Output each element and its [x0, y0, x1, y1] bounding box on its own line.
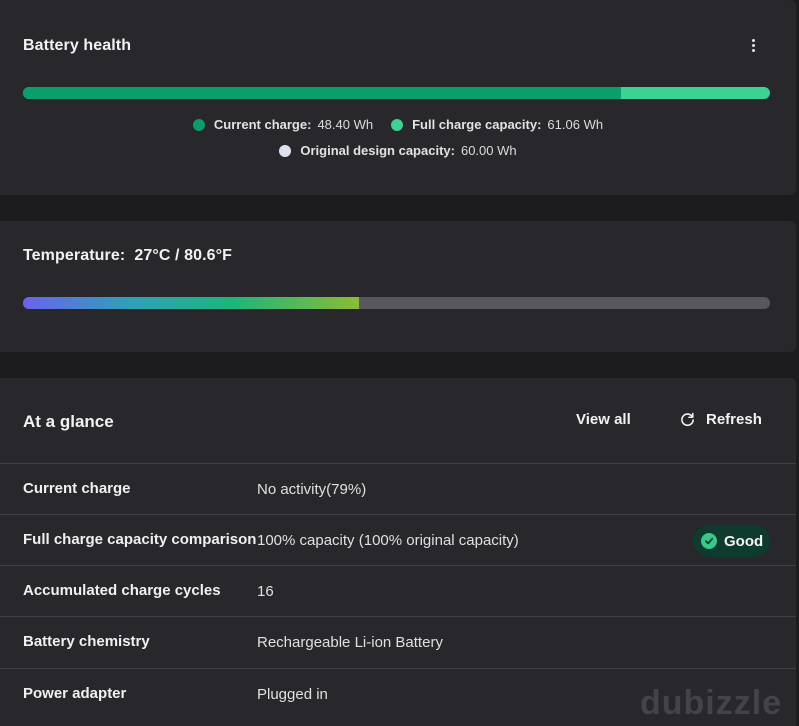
table-row: Battery chemistry Rechargeable Li-ion Ba…: [0, 616, 796, 668]
battery-capacity-bar: [23, 87, 770, 99]
temperature-title: Temperature: 27°C / 80.6°F: [23, 247, 233, 264]
row-value: 100% capacity (100% original capacity): [257, 532, 519, 549]
view-all-label: View all: [576, 411, 631, 428]
full-charge-dot-icon: [391, 118, 404, 131]
row-label: Battery chemistry: [23, 633, 150, 650]
temperature-bar: [23, 297, 770, 309]
table-row: Current charge No activity(79%): [0, 463, 796, 515]
legend-original-design-capacity: Original design capacity: 60.00 Wh: [279, 143, 517, 158]
status-badge-label: Good: [724, 532, 764, 550]
row-value: Plugged in: [257, 686, 328, 703]
at-a-glance-title: At a glance: [23, 412, 114, 431]
legend-value: 61.06 Wh: [547, 117, 604, 132]
status-badge: Good: [693, 525, 770, 557]
watermark-logo: dubizzle: [640, 684, 783, 722]
battery-legend-row: Original design capacity: 60.00 Wh: [0, 143, 796, 158]
row-label: Full charge capacity comparison: [23, 531, 257, 548]
temperature-bar-fill: [23, 297, 360, 309]
current-charge-fill: [23, 87, 622, 99]
legend-value: 48.40 Wh: [317, 117, 374, 132]
table-row: Full charge capacity comparison 100% cap…: [0, 514, 796, 566]
refresh-icon: [681, 412, 694, 427]
legend-value: 60.00 Wh: [460, 143, 517, 158]
legend-current-charge: Current charge: 48.40 Wh: [192, 117, 374, 132]
row-value: Rechargeable Li-ion Battery: [257, 634, 443, 651]
more-options-icon[interactable]: [744, 34, 762, 56]
battery-health-title: Battery health: [23, 37, 132, 54]
check-circle-icon: [701, 533, 717, 549]
view-all-button[interactable]: View all: [576, 411, 631, 428]
row-value: 16: [257, 583, 274, 600]
legend-label: Current charge:: [213, 117, 312, 132]
refresh-label: Refresh: [706, 411, 762, 428]
legend-label: Original design capacity:: [300, 143, 455, 158]
legend-label: Full charge capacity:: [412, 117, 542, 132]
design-capacity-dot-icon: [279, 144, 292, 157]
battery-legend-row: Current charge: 48.40 Wh Full charge cap…: [0, 117, 796, 132]
row-value: No activity(79%): [257, 481, 367, 498]
row-label: Power adapter: [23, 685, 127, 702]
temperature-card: [0, 221, 796, 352]
legend-full-charge-capacity: Full charge capacity: 61.06 Wh: [391, 117, 603, 132]
row-label: Accumulated charge cycles: [23, 582, 221, 599]
refresh-button[interactable]: Refresh: [680, 411, 762, 428]
table-row: Accumulated charge cycles 16: [0, 565, 796, 617]
row-label: Current charge: [23, 480, 131, 497]
current-charge-dot-icon: [192, 118, 205, 131]
